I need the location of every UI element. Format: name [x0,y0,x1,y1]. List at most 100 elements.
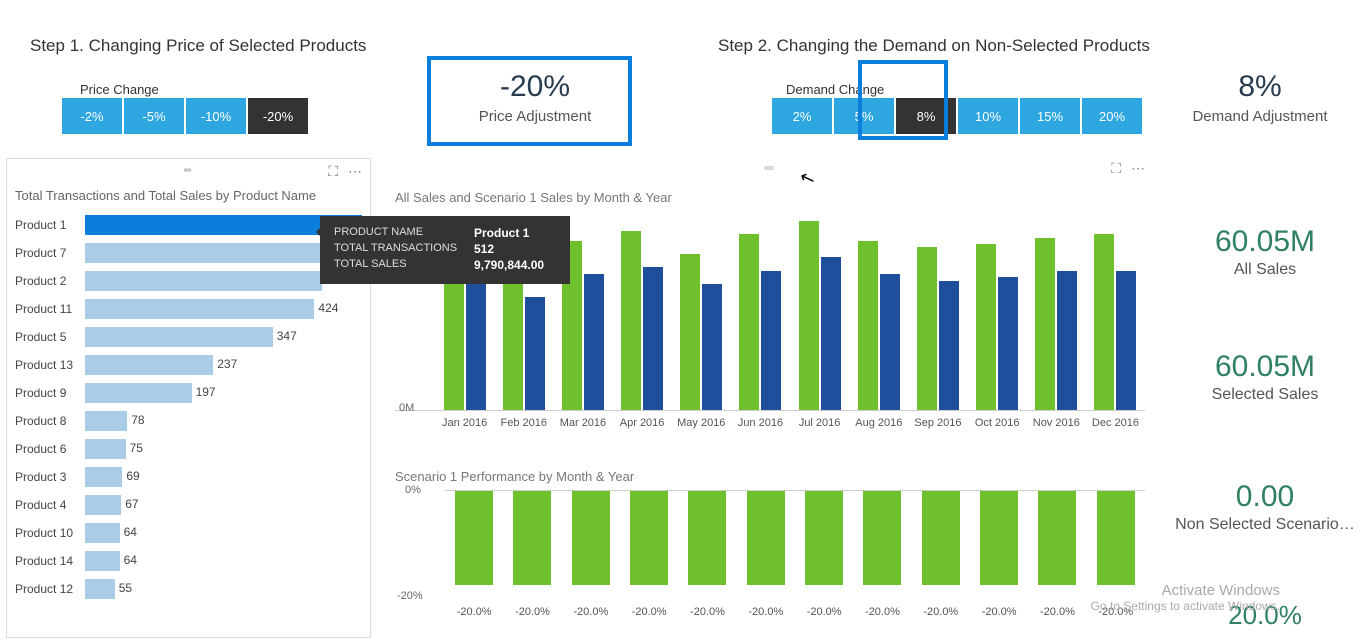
focus-mode-icon[interactable]: ⛶ [328,163,338,179]
month-group[interactable] [1027,211,1086,410]
product-row-value: 347 [277,329,297,343]
more-options-icon[interactable]: ⋯ [1131,160,1145,176]
demand-option-8[interactable]: 8% [896,98,956,134]
product-row-bar [85,439,126,459]
price-option-2[interactable]: -2% [62,98,122,134]
price-option-10[interactable]: -10% [186,98,246,134]
focus-mode-icon[interactable]: ⛶ [1111,160,1121,176]
month-label: Oct 2016 [968,417,1027,429]
card-grip-icon[interactable]: ═ [15,165,362,176]
perf-chart-yneg20: -20% [397,590,423,602]
month-label: Mar 2016 [553,417,612,429]
all-sales-bar [917,247,937,410]
product-row-label: Product 8 [15,414,85,428]
product-row-value: 75 [130,441,143,455]
product-row[interactable]: Product 9197 [15,379,362,407]
all-sales-value: 60.05M [1180,225,1350,259]
month-group[interactable] [790,211,849,410]
perf-bar [922,490,960,585]
perf-col[interactable] [912,490,970,585]
perf-chart-baseline [445,490,1145,491]
price-option-20[interactable]: -20% [248,98,308,134]
scenario1-bar [1057,271,1077,410]
product-row[interactable]: Product 1255 [15,575,362,603]
perf-col[interactable] [1087,490,1145,585]
card-toolbar: ⛶ ⋯ [322,163,362,180]
product-row[interactable]: Product 675 [15,435,362,463]
product-row[interactable]: Product 7 [15,239,362,267]
selected-sales-value: 60.05M [1180,350,1350,384]
product-row[interactable]: Product 467 [15,491,362,519]
price-adjustment-caption: Price Adjustment [440,108,630,125]
tooltip-val-product: Product 1 [474,226,529,240]
product-row-value: 67 [125,497,138,511]
month-label: Feb 2016 [494,417,553,429]
demand-adjustment-kpi: 8% Demand Adjustment [1180,70,1340,125]
product-row-value: 69 [126,469,139,483]
perf-bar [863,490,901,585]
tooltip-key-tx: Total Transactions [334,242,474,256]
product-row-bar [85,579,115,599]
perf-col[interactable] [970,490,1028,585]
product-row[interactable]: Product 878 [15,407,362,435]
product-row[interactable]: Product 5347 [15,323,362,351]
perf-col[interactable] [1028,490,1086,585]
product-row[interactable]: Product 1464 [15,547,362,575]
perf-chart-y0: 0% [405,484,421,496]
product-row[interactable]: Product 13237 [15,351,362,379]
perf-col[interactable] [795,490,853,585]
scenario1-bar [939,281,959,410]
month-label: Sep 2016 [908,417,967,429]
perf-col[interactable] [678,490,736,585]
non-selected-value: 0.00 [1170,480,1360,514]
month-group[interactable] [672,211,731,410]
price-change-slicer: -2%-5%-10%-20% [62,98,310,134]
product-row[interactable]: Product 1064 [15,519,362,547]
month-group[interactable] [908,211,967,410]
product-row-bar [85,383,192,403]
month-group[interactable] [731,211,790,410]
month-label: May 2016 [672,417,731,429]
demand-option-2[interactable]: 2% [772,98,832,134]
perf-label: -20.0% [737,606,795,618]
price-option-5[interactable]: -5% [124,98,184,134]
month-group[interactable] [1086,211,1145,410]
watermark-sub: Go to Settings to activate Windows. [1091,599,1280,613]
product-row-value: 64 [124,553,137,567]
perf-col[interactable] [503,490,561,585]
product-row-value: 237 [217,357,237,371]
month-group[interactable] [613,211,672,410]
perf-col[interactable] [737,490,795,585]
step1-label: Step 1. Changing Price of Selected Produ… [30,36,366,56]
month-group[interactable] [849,211,908,410]
perf-col[interactable] [620,490,678,585]
perf-chart[interactable]: 0% -20% [395,490,1145,600]
scenario1-bar [702,284,722,410]
demand-option-15[interactable]: 15% [1020,98,1080,134]
step2-label: Step 2. Changing the Demand on Non-Selec… [718,36,1150,56]
demand-option-10[interactable]: 10% [958,98,1018,134]
demand-option-20[interactable]: 20% [1082,98,1142,134]
perf-col[interactable] [562,490,620,585]
scenario1-bar [525,297,545,410]
mid-grip-icon[interactable]: ═ [395,160,1145,175]
product-row[interactable]: Product 2438 [15,267,362,295]
non-selected-scenario-kpi: 0.00 Non Selected Scenario… [1170,480,1360,534]
sales-chart-y0: 0M [399,402,414,414]
perf-bar [805,490,843,585]
non-selected-caption: Non Selected Scenario… [1170,516,1360,534]
product-row[interactable]: Product 369 [15,463,362,491]
product-row[interactable]: Product 11424 [15,295,362,323]
perf-label: -20.0% [795,606,853,618]
scenario1-bar [821,257,841,410]
more-options-icon[interactable]: ⋯ [348,163,362,179]
perf-label: -20.0% [445,606,503,618]
perf-col[interactable] [853,490,911,585]
perf-col[interactable] [445,490,503,585]
perf-label: -20.0% [503,606,561,618]
month-group[interactable] [968,211,1027,410]
demand-adjustment-value: 8% [1180,70,1340,104]
all-sales-bar [1094,234,1114,410]
demand-option-5[interactable]: 5% [834,98,894,134]
product-row-label: Product 9 [15,386,85,400]
